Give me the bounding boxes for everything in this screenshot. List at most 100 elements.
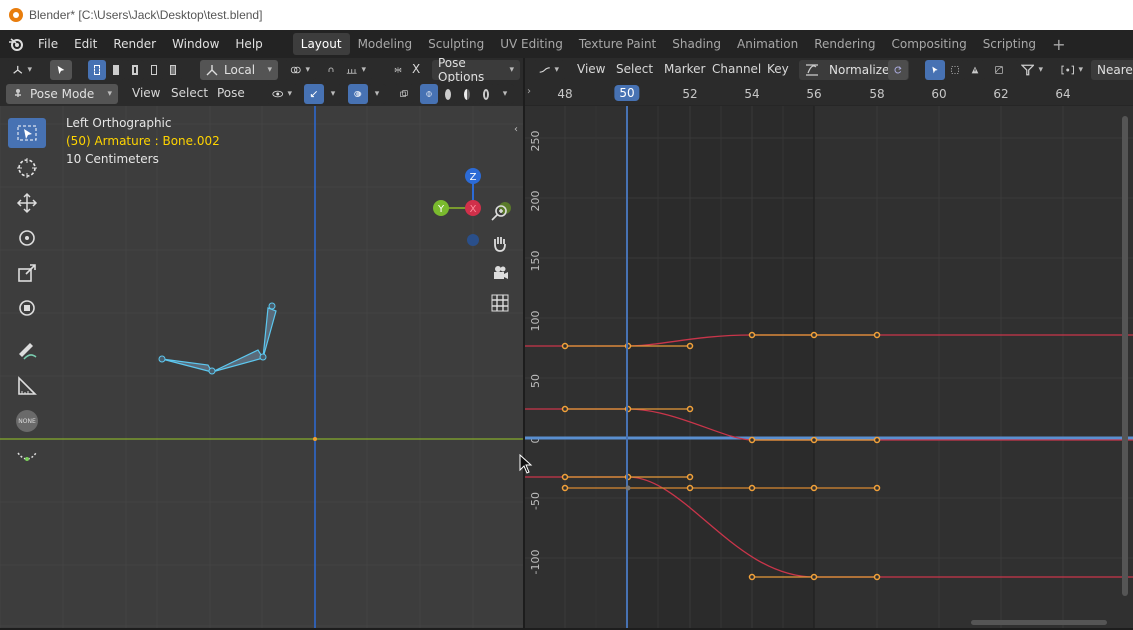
select-box-mode-new[interactable]: [88, 60, 106, 80]
viewport-menu-pose[interactable]: Pose: [217, 86, 245, 100]
zoom-icon[interactable]: [488, 201, 512, 225]
pivot-point-button[interactable]: ▾: [284, 60, 316, 80]
fcurve-2[interactable]: [525, 408, 1133, 441]
keyframe[interactable]: [873, 484, 881, 492]
normalize-refresh-button[interactable]: [888, 60, 908, 80]
armature-bones[interactable]: [158, 302, 277, 375]
ge-menu-view[interactable]: View: [577, 62, 605, 76]
tool-cursor[interactable]: [8, 153, 46, 183]
bone-joint[interactable]: [208, 367, 216, 375]
tab-uv-editing[interactable]: UV Editing: [492, 33, 571, 55]
menu-render[interactable]: Render: [105, 37, 164, 51]
ge-menu-key[interactable]: Key: [767, 62, 789, 76]
mode-select[interactable]: Pose Mode ▾: [6, 84, 118, 104]
keyframe[interactable]: [810, 573, 818, 581]
tab-sculpting[interactable]: Sculpting: [420, 33, 492, 55]
keyframe-handle[interactable]: [686, 342, 694, 350]
keyframe-current[interactable]: [625, 485, 631, 491]
bone-2[interactable]: [211, 349, 264, 373]
vertical-scrollbar[interactable]: [1122, 116, 1128, 596]
viewport-menu-view[interactable]: View: [132, 86, 160, 100]
gizmo-neg-z-axis[interactable]: [467, 234, 479, 246]
gizmo-dropdown[interactable]: ▾: [324, 84, 342, 104]
gizmo-toggle[interactable]: [304, 84, 324, 104]
keyframe-handle[interactable]: [561, 473, 569, 481]
editor-type-button[interactable]: ▾: [6, 60, 38, 80]
shading-options-dropdown[interactable]: ▾: [496, 84, 514, 104]
tab-animation[interactable]: Animation: [729, 33, 806, 55]
horizontal-scrollbar[interactable]: [971, 620, 1107, 625]
keyframe-handle[interactable]: [686, 473, 694, 481]
current-frame-indicator[interactable]: 50: [614, 85, 640, 101]
keyframe[interactable]: [810, 436, 818, 444]
tab-modeling[interactable]: Modeling: [350, 33, 421, 55]
snap-target-button[interactable]: ▾: [340, 60, 372, 80]
blender-menu-icon[interactable]: [6, 34, 26, 54]
keyframe[interactable]: [810, 484, 818, 492]
bone-3[interactable]: [262, 307, 277, 359]
only-errors-toggle[interactable]: [965, 60, 985, 80]
select-box-mode-subtract[interactable]: [126, 60, 144, 80]
keyframe-handle[interactable]: [748, 331, 756, 339]
ge-menu-channel[interactable]: Channel: [712, 62, 761, 76]
transform-orientation-select[interactable]: Local ▾: [200, 60, 278, 80]
camera-icon[interactable]: [488, 261, 512, 285]
tool-rotate[interactable]: [8, 223, 46, 253]
graph-canvas[interactable]: 250 200 150 100 50 0 -50 -100: [525, 106, 1133, 628]
grid-view-icon[interactable]: [488, 291, 512, 315]
tool-select-box[interactable]: [8, 118, 46, 148]
tab-compositing[interactable]: Compositing: [883, 33, 974, 55]
snap-toggle[interactable]: [322, 60, 340, 80]
bone-joint[interactable]: [158, 355, 166, 363]
tool-scale[interactable]: [8, 258, 46, 288]
keyframe-handle[interactable]: [561, 405, 569, 413]
fcurve-3[interactable]: [525, 476, 1133, 578]
keyframe[interactable]: [561, 484, 569, 492]
shading-rendered-button[interactable]: [477, 84, 495, 104]
mirror-options-icon[interactable]: [388, 60, 408, 80]
tab-layout[interactable]: Layout: [292, 33, 350, 55]
select-box-mode-invert[interactable]: [145, 60, 163, 80]
tool-annotate[interactable]: [8, 336, 46, 366]
overlays-toggle[interactable]: [348, 84, 368, 104]
graph-editor[interactable]: ▾ View Select Marker Channel Key Normali…: [525, 58, 1133, 628]
menu-help[interactable]: Help: [227, 37, 270, 51]
pan-hand-icon[interactable]: [488, 231, 512, 255]
keyframe[interactable]: [810, 331, 818, 339]
shading-wireframe-button[interactable]: [420, 84, 438, 104]
select-box-mode-extend[interactable]: [107, 60, 125, 80]
shading-solid-button[interactable]: [439, 84, 457, 104]
shading-material-button[interactable]: [458, 84, 476, 104]
interpolation-select[interactable]: Neares: [1091, 60, 1133, 80]
keyframe-handle[interactable]: [873, 573, 881, 581]
menu-file[interactable]: File: [30, 37, 66, 51]
menu-window[interactable]: Window: [164, 37, 227, 51]
channels-region-toggle[interactable]: ›: [527, 86, 531, 97]
visibility-button[interactable]: ▾: [266, 84, 298, 104]
tab-scripting[interactable]: Scripting: [975, 33, 1044, 55]
select-tool-button[interactable]: [50, 60, 72, 80]
pivot-graph-button[interactable]: ▾: [1055, 60, 1089, 80]
overlays-dropdown[interactable]: ▾: [368, 84, 386, 104]
graph-editor-type-button[interactable]: ▾: [533, 60, 565, 80]
tab-shading[interactable]: Shading: [664, 33, 729, 55]
filters-button[interactable]: ▾: [1015, 60, 1049, 80]
bone-1[interactable]: [161, 358, 214, 373]
keyframe[interactable]: [686, 484, 694, 492]
tab-rendering[interactable]: Rendering: [806, 33, 883, 55]
mirror-x-label[interactable]: X: [412, 62, 420, 76]
tool-measure[interactable]: [8, 371, 46, 401]
menu-edit[interactable]: Edit: [66, 37, 105, 51]
select-box-mode-intersect[interactable]: [164, 60, 182, 80]
keyframe-handle[interactable]: [748, 436, 756, 444]
tool-transform[interactable]: [8, 293, 46, 323]
ge-menu-select[interactable]: Select: [616, 62, 653, 76]
tool-move[interactable]: [8, 188, 46, 218]
xray-toggle[interactable]: [394, 84, 414, 104]
ge-menu-marker[interactable]: Marker: [664, 62, 705, 76]
bone-joint[interactable]: [268, 302, 276, 310]
keyframe-handle[interactable]: [686, 405, 694, 413]
show-hidden-toggle[interactable]: [945, 60, 965, 80]
tool-curve[interactable]: [8, 441, 46, 471]
tool-none[interactable]: NONE: [8, 406, 46, 436]
